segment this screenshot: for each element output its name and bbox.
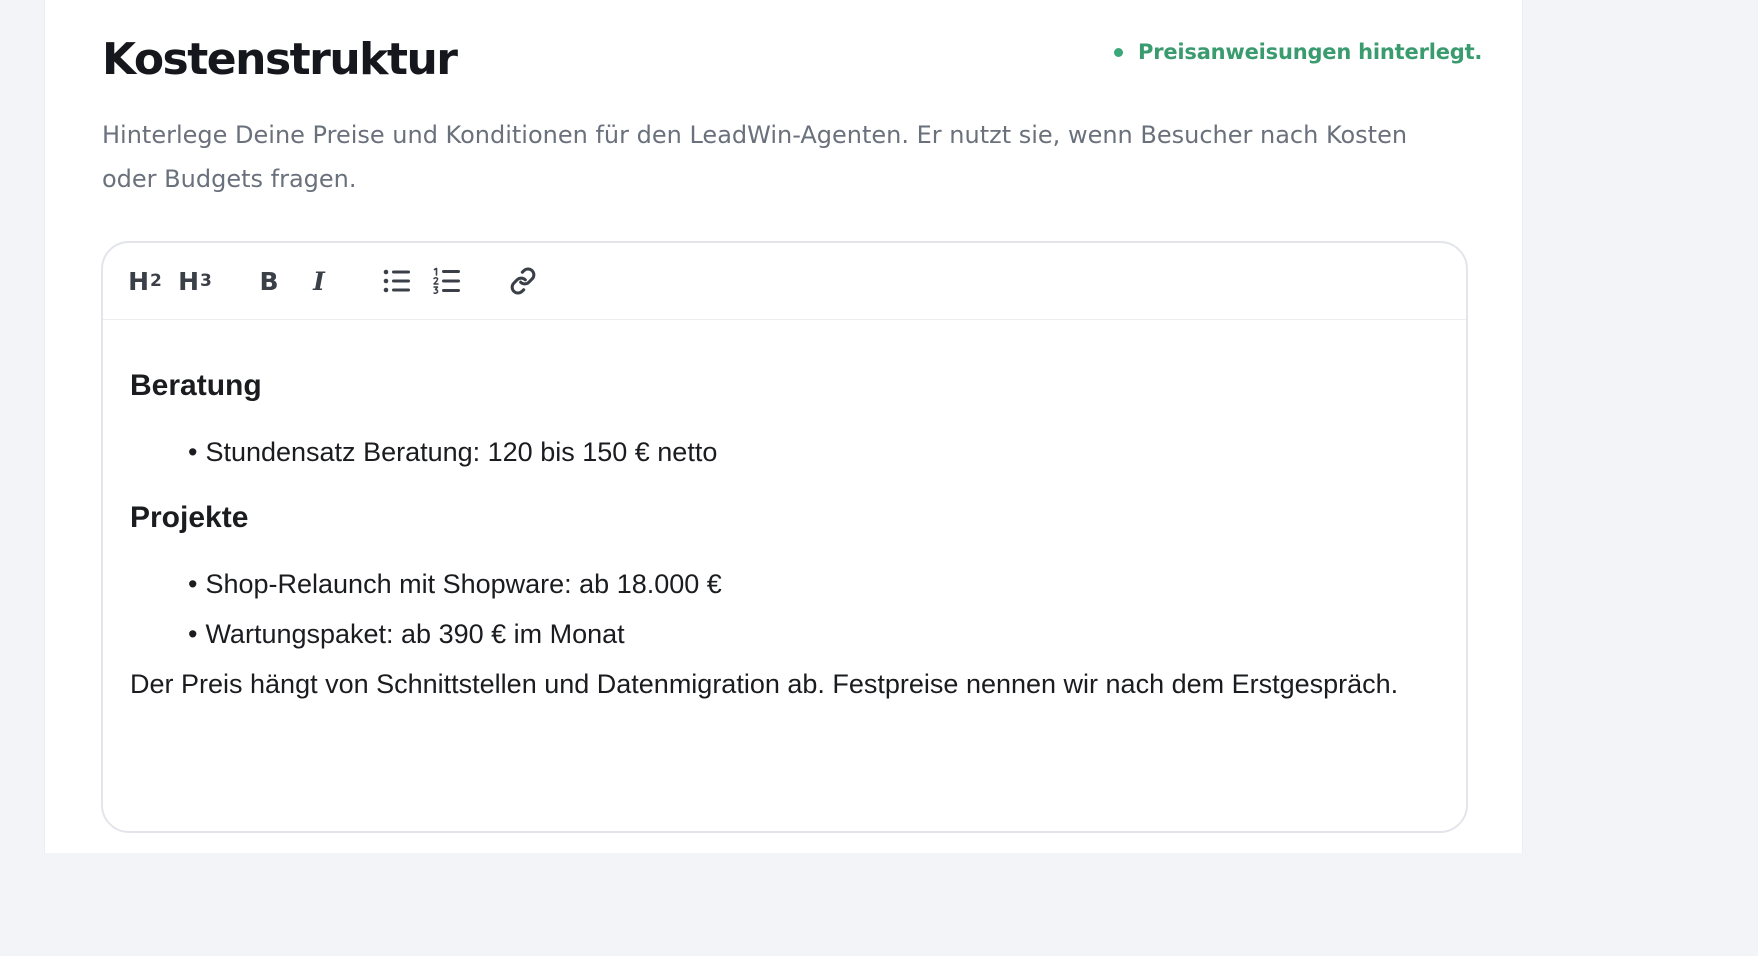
content-paragraph: Der Preis hängt von Schnittstellen und D… — [130, 669, 1399, 699]
heading-2-label: H — [128, 266, 150, 296]
editor-content[interactable]: Beratung Stundensatz Beratung: 120 bis 1… — [130, 361, 1430, 709]
status-dot-icon — [1114, 47, 1123, 57]
editor-toolbar: H2 H3 B I — [103, 243, 1466, 320]
heading-3-level: 3 — [200, 271, 212, 291]
section-heading-projekte: Projekte — [130, 501, 249, 534]
list-item: Shop-Relaunch mit Shopware: ab 18.000 € — [130, 559, 1430, 609]
numbered-list-button[interactable] — [429, 259, 465, 303]
link-icon — [510, 267, 536, 295]
page-description: Hinterlege Deine Preise und Konditionen … — [102, 121, 1408, 193]
bullet-list-beratung: Stundensatz Beratung: 120 bis 150 € nett… — [130, 427, 1430, 477]
rich-text-editor[interactable]: H2 H3 B I Beratung • Stundensatz Beratun… — [101, 241, 1468, 833]
numbered-list-icon — [433, 267, 460, 295]
italic-button[interactable]: I — [301, 259, 337, 303]
list-item: Stundensatz Beratung: 120 bis 150 € nett… — [130, 427, 1430, 477]
heading-2-level: 2 — [150, 271, 162, 291]
section-heading-beratung: Beratung — [130, 369, 262, 402]
heading-3-button[interactable]: H3 — [175, 259, 215, 303]
bold-button[interactable]: B — [251, 259, 287, 303]
bold-label: B — [259, 266, 279, 296]
list-item: Wartungspaket: ab 390 € im Monat — [130, 609, 1430, 659]
bullet-list-icon — [383, 269, 410, 293]
heading-2-button[interactable]: H2 — [125, 259, 165, 303]
heading-3-label: H — [178, 266, 200, 296]
italic-label: I — [313, 266, 325, 296]
bullet-list-button[interactable] — [379, 259, 415, 303]
page-title: Kostenstruktur — [102, 34, 458, 85]
status-indicator: Preisanweisungen hinterlegt. — [1114, 40, 1482, 64]
bullet-list-projekte: Shop-Relaunch mit Shopware: ab 18.000 € … — [130, 559, 1430, 659]
link-button[interactable] — [505, 259, 541, 303]
status-text: Preisanweisungen hinterlegt. — [1138, 40, 1483, 64]
settings-panel: Kostenstruktur Preisanweisungen hinterle… — [44, 0, 1523, 853]
